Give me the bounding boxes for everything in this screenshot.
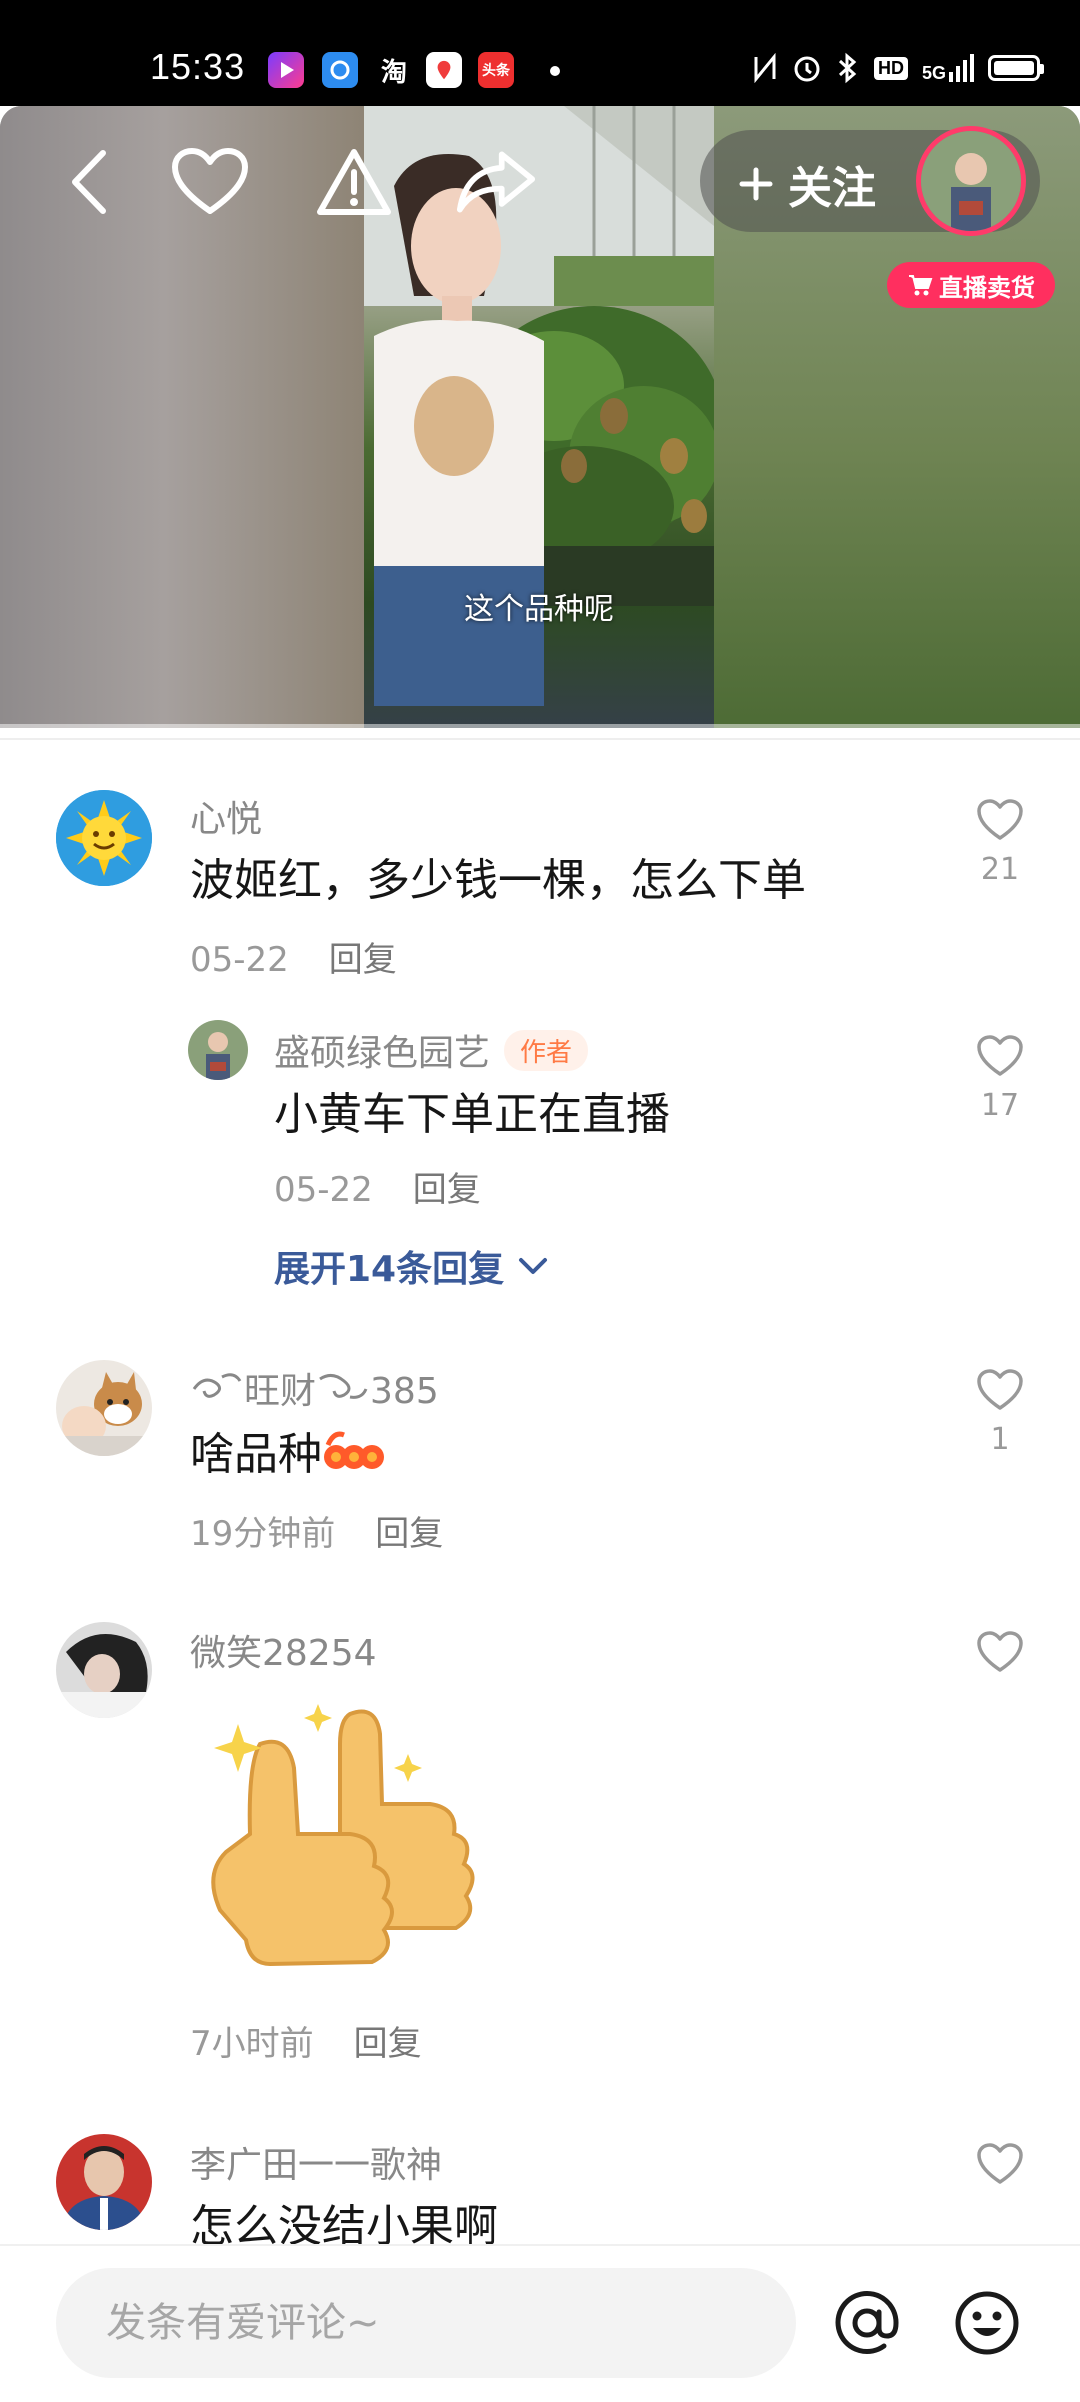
woman-avatar-image [56, 1622, 152, 1718]
follow-label: 关注 [788, 163, 876, 214]
comment-time: 7小时前 [190, 2024, 314, 2064]
comment-meta: 19分钟前 回复 [190, 1506, 443, 1555]
mention-icon[interactable] [832, 2288, 902, 2358]
video-frame[interactable]: 这个品种呢 [364, 106, 714, 728]
reply-button[interactable]: 回复 [413, 1170, 481, 1210]
username-text: 旺财 [244, 1371, 317, 1412]
reply-button[interactable]: 回复 [354, 2024, 422, 2064]
5g-signal-icon: 5G [922, 54, 974, 82]
comment-time: 05-22 [274, 1170, 373, 1210]
hd-icon: HD [873, 56, 908, 80]
author-tag: 作者 [504, 1030, 589, 1071]
666-emoji-icon [324, 1431, 384, 1469]
heart-outline-icon [977, 2143, 1023, 2184]
comment-input[interactable] [56, 2268, 796, 2378]
heart-outline-icon [977, 1631, 1023, 1672]
avatar[interactable] [188, 1020, 248, 1080]
cart-icon [909, 275, 933, 296]
toutiao-app-icon: 头条 [478, 52, 514, 88]
comment-username[interactable]: 微笑28254 [190, 1624, 377, 1676]
divider [0, 738, 1080, 740]
creator-avatar-image [921, 131, 1021, 231]
comment-username[interactable]: 李广田一一歌神 [190, 2136, 442, 2188]
sun-avatar-image [56, 790, 152, 886]
live-selling-label: 直播卖货 [939, 273, 1035, 302]
comment-meta: 05-22 回复 [190, 932, 397, 981]
avatar[interactable] [56, 2134, 152, 2230]
dog-avatar-image [56, 1360, 152, 1456]
taobao-app-icon: 淘 [380, 57, 407, 88]
like-count: 21 [980, 852, 1020, 887]
warning-icon [317, 149, 391, 215]
chevron-down-icon [519, 1258, 548, 1274]
reply-button[interactable]: 回复 [375, 1514, 443, 1554]
back-arrow-icon [72, 150, 106, 214]
emoji-icon[interactable] [952, 2288, 1022, 2358]
status-bar: 15:33 淘 头条 HD 5G [0, 0, 1080, 106]
plus-icon [739, 167, 773, 201]
favorite-button[interactable] [170, 142, 250, 222]
like-button[interactable] [970, 2142, 1030, 2190]
like-button[interactable]: 21 [970, 798, 1030, 887]
author-avatar-image [188, 1020, 248, 1080]
alarm-icon [794, 56, 820, 82]
notification-dot [550, 66, 560, 76]
expand-replies-label: 展开14条回复 [274, 1249, 505, 1290]
back-button[interactable] [50, 142, 130, 222]
like-button[interactable]: 1 [970, 1368, 1030, 1457]
heart-icon [172, 148, 248, 214]
map-app-icon [426, 52, 462, 88]
like-count: 1 [990, 1422, 1010, 1457]
status-indicators: HD 5G [752, 46, 1044, 90]
bluetooth-icon [838, 52, 857, 84]
status-time: 15:33 [150, 46, 246, 87]
avatar[interactable] [56, 790, 152, 886]
reply-button[interactable]: 回复 [329, 940, 397, 980]
comment-username: 盛硕绿色园艺 作者 [274, 1024, 589, 1076]
like-button[interactable] [970, 1630, 1030, 1678]
like-button[interactable]: 17 [970, 1034, 1030, 1123]
browser-app-icon [322, 52, 358, 88]
comment-time: 05-22 [190, 940, 289, 980]
avatar[interactable] [56, 1622, 152, 1718]
comment-time: 19分钟前 [190, 1514, 336, 1554]
live-selling-badge[interactable]: 直播卖货 [887, 262, 1055, 308]
nfc-icon [754, 53, 776, 83]
share-arrow-icon [456, 151, 536, 213]
comment-input-bar [0, 2244, 1080, 2402]
video-subtitle: 这个品种呢 [464, 592, 614, 627]
comment-text: 啥品种 [190, 1418, 386, 1482]
comment-username[interactable]: 心悦 [190, 790, 262, 842]
comment-meta: 05-22 回复 [274, 1162, 481, 1211]
creator-avatar[interactable] [916, 126, 1026, 236]
man-avatar-image [56, 2134, 152, 2230]
username-suffix: 385 [370, 1371, 439, 1412]
share-button[interactable] [456, 142, 536, 222]
heart-outline-icon [977, 799, 1023, 840]
comment-text-content: 啥品种 [190, 1429, 322, 1480]
avatar[interactable] [56, 1360, 152, 1456]
comment-text: 波姬红，多少钱一棵，怎么下单 [190, 855, 806, 906]
comment-text: 小黄车下单正在直播 [274, 1089, 670, 1140]
heart-outline-icon [977, 1369, 1023, 1410]
video-progress-bar[interactable] [0, 724, 1080, 728]
video-app-icon [268, 52, 304, 88]
follow-button[interactable]: 关注 [738, 152, 876, 216]
expand-replies-button[interactable]: 展开14条回复 [274, 1240, 548, 1292]
decorative-swirl-icon [319, 1374, 368, 1399]
comment-meta: 7小时前 回复 [190, 2016, 422, 2065]
like-count: 17 [980, 1088, 1020, 1123]
battery-icon [988, 55, 1044, 81]
author-username[interactable]: 盛硕绿色园艺 [274, 1033, 490, 1074]
decorative-swirl-icon [192, 1373, 242, 1398]
report-button[interactable] [314, 142, 394, 222]
heart-outline-icon [977, 1035, 1023, 1076]
thumbs-up-sticker [211, 1704, 475, 1967]
comment-username[interactable]: 旺财 385 [190, 1362, 439, 1414]
